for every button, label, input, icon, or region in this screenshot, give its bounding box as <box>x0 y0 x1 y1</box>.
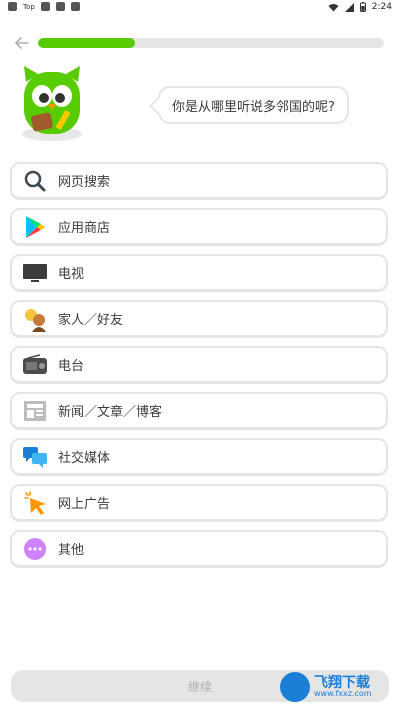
header <box>0 30 400 56</box>
battery-icon <box>359 2 366 12</box>
question-bubble: 你是从哪里听说多邻国的呢? <box>158 86 349 124</box>
cursor-click-icon <box>22 490 48 516</box>
family-icon <box>22 306 48 332</box>
option-label: 电台 <box>58 359 85 374</box>
status-left: Top <box>8 2 80 11</box>
watermark-logo-icon <box>280 672 310 702</box>
continue-label: 继续 <box>187 679 212 694</box>
radio-icon <box>22 352 48 378</box>
watermark-line2: www.fxxz.com <box>314 689 372 698</box>
option-app-store[interactable]: 应用商店 <box>10 208 388 246</box>
option-tv[interactable]: 电视 <box>10 254 388 292</box>
chat-bubbles-icon <box>22 444 48 470</box>
more-icon <box>22 536 48 562</box>
notification-icon <box>8 2 17 11</box>
status-bar: Top 2:24 <box>0 0 400 16</box>
option-label: 电视 <box>58 267 85 282</box>
option-family-friends[interactable]: 家人／好友 <box>10 300 388 338</box>
play-store-icon <box>22 214 48 240</box>
option-label: 网上广告 <box>58 497 111 512</box>
owl-mascot-icon <box>22 66 82 141</box>
option-label: 其他 <box>58 543 85 558</box>
option-other[interactable]: 其他 <box>10 530 388 568</box>
option-web-search[interactable]: 网页搜索 <box>10 162 388 200</box>
option-online-ads[interactable]: 网上广告 <box>10 484 388 522</box>
progress-fill <box>38 38 135 48</box>
tv-icon <box>22 260 48 286</box>
option-label: 网页搜索 <box>58 175 111 190</box>
watermark: 飞翔下载 www.fxxz.com <box>280 670 390 704</box>
signal-icon <box>344 2 354 12</box>
clock: 2:24 <box>371 2 392 12</box>
app-icon <box>40 2 50 11</box>
font-icon <box>70 2 80 11</box>
watermark-text: 飞翔下载 www.fxxz.com <box>314 676 372 698</box>
wifi-icon <box>328 3 339 11</box>
question-text: 你是从哪里听说多邻国的呢? <box>172 99 335 115</box>
watermark-line1: 飞翔下载 <box>314 675 370 691</box>
newspaper-icon <box>22 398 48 424</box>
option-label: 社交媒体 <box>58 451 111 466</box>
bug-icon <box>55 2 65 11</box>
progress-bar <box>38 38 384 48</box>
option-news[interactable]: 新闻／文章／博客 <box>10 392 388 430</box>
back-arrow-icon[interactable] <box>12 33 32 53</box>
options-list: 网页搜索 应用商店 电视 家人／好友 电台 新闻／文章／博客 社交媒体 网上广告… <box>10 162 388 576</box>
option-radio[interactable]: 电台 <box>10 346 388 384</box>
option-social-media[interactable]: 社交媒体 <box>10 438 388 476</box>
search-icon <box>22 168 48 194</box>
option-label: 家人／好友 <box>58 313 124 328</box>
status-left-text: Top <box>23 2 35 11</box>
option-label: 应用商店 <box>58 221 111 236</box>
status-right: 2:24 <box>328 2 392 12</box>
option-label: 新闻／文章／博客 <box>58 405 163 420</box>
